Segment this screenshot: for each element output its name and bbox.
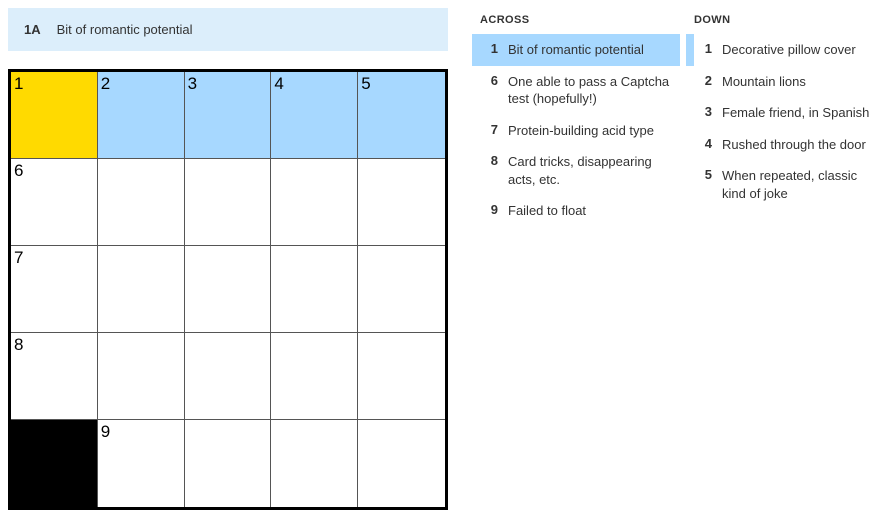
grid-cell[interactable] xyxy=(358,246,445,333)
grid-cell[interactable] xyxy=(271,246,358,333)
grid-cell[interactable] xyxy=(98,333,185,420)
clue-item[interactable]: 9 Failed to float xyxy=(472,195,680,227)
clue-item[interactable]: 3 Female friend, in Spanish xyxy=(686,97,887,129)
clue-text: Failed to float xyxy=(508,202,670,220)
cell-number: 9 xyxy=(101,422,110,442)
clue-text: Decorative pillow cover xyxy=(722,41,884,59)
grid-cell[interactable] xyxy=(271,333,358,420)
cell-number: 2 xyxy=(101,74,110,94)
clue-item[interactable]: 1 Decorative pillow cover xyxy=(686,34,887,66)
clue-item[interactable]: 2 Mountain lions xyxy=(686,66,887,98)
clue-text: One able to pass a Captcha test (hopeful… xyxy=(508,73,670,108)
grid-cell[interactable]: 6 xyxy=(11,159,98,246)
clue-text: Bit of romantic potential xyxy=(508,41,670,59)
grid-cell[interactable]: 4 xyxy=(271,72,358,159)
crossword-grid[interactable]: 1 2 3 4 5 6 7 8 9 xyxy=(8,69,448,510)
clue-item[interactable]: 8 Card tricks, disappearing acts, etc. xyxy=(472,146,680,195)
clue-text: Rushed through the door xyxy=(722,136,884,154)
clue-number: 8 xyxy=(484,153,498,168)
grid-cell-block xyxy=(11,420,98,507)
cell-number: 5 xyxy=(361,74,370,94)
clue-item[interactable]: 7 Protein-building acid type xyxy=(472,115,680,147)
grid-row: 7 xyxy=(11,246,445,333)
clue-item[interactable]: 5 When repeated, classic kind of joke xyxy=(686,160,887,209)
grid-row: 8 xyxy=(11,333,445,420)
grid-row: 9 xyxy=(11,420,445,507)
grid-cell[interactable] xyxy=(271,420,358,507)
across-clues-column: ACROSS 1 Bit of romantic potential 6 One ab… xyxy=(472,8,680,494)
clue-text: Protein-building acid type xyxy=(508,122,670,140)
grid-cell[interactable]: 1 xyxy=(11,72,98,159)
clue-number: 9 xyxy=(484,202,498,217)
cell-number: 7 xyxy=(14,248,23,268)
grid-cell[interactable] xyxy=(358,159,445,246)
grid-cell[interactable]: 5 xyxy=(358,72,445,159)
grid-cell[interactable] xyxy=(98,159,185,246)
clue-number: 4 xyxy=(698,136,712,151)
cell-number: 8 xyxy=(14,335,23,355)
cell-number: 6 xyxy=(14,161,23,181)
across-clue-list[interactable]: 1 Bit of romantic potential 6 One able to p… xyxy=(472,34,680,494)
grid-cell[interactable] xyxy=(271,159,358,246)
down-clue-list[interactable]: 1 Decorative pillow cover 2 Mountain lions 3… xyxy=(686,34,887,494)
clue-text: Card tricks, disappearing acts, etc. xyxy=(508,153,670,188)
grid-cell[interactable] xyxy=(185,159,272,246)
cell-number: 4 xyxy=(274,74,283,94)
clue-number: 2 xyxy=(698,73,712,88)
current-clue-id: 1A xyxy=(24,22,41,37)
grid-cell[interactable]: 9 xyxy=(98,420,185,507)
down-heading: DOWN xyxy=(686,8,887,34)
grid-cell[interactable] xyxy=(358,420,445,507)
current-clue-bar: 1A Bit of romantic potential xyxy=(8,8,448,51)
grid-cell[interactable] xyxy=(185,333,272,420)
cell-number: 3 xyxy=(188,74,197,94)
down-clues-column: DOWN 1 Decorative pillow cover 2 Mountain l… xyxy=(686,8,887,494)
clue-text: Female friend, in Spanish xyxy=(722,104,884,122)
clue-number: 6 xyxy=(484,73,498,88)
grid-row: 1 2 3 4 5 xyxy=(11,72,445,159)
grid-cell[interactable] xyxy=(98,246,185,333)
current-clue-text: Bit of romantic potential xyxy=(57,22,193,37)
clue-item[interactable]: 6 One able to pass a Captcha test (hopefu… xyxy=(472,66,680,115)
grid-cell[interactable] xyxy=(185,246,272,333)
clue-text: When repeated, classic kind of joke xyxy=(722,167,884,202)
clue-number: 1 xyxy=(484,41,498,56)
clue-item[interactable]: 4 Rushed through the door xyxy=(686,129,887,161)
clue-item[interactable]: 1 Bit of romantic potential xyxy=(472,34,680,66)
grid-cell[interactable]: 7 xyxy=(11,246,98,333)
grid-cell[interactable]: 8 xyxy=(11,333,98,420)
clue-number: 3 xyxy=(698,104,712,119)
grid-row: 6 xyxy=(11,159,445,246)
grid-cell[interactable] xyxy=(185,420,272,507)
grid-cell[interactable] xyxy=(358,333,445,420)
grid-cell[interactable]: 3 xyxy=(185,72,272,159)
grid-cell[interactable]: 2 xyxy=(98,72,185,159)
across-heading: ACROSS xyxy=(472,8,680,34)
clue-number: 7 xyxy=(484,122,498,137)
cell-number: 1 xyxy=(14,74,23,94)
clue-text: Mountain lions xyxy=(722,73,884,91)
clue-number: 5 xyxy=(698,167,712,182)
clue-number: 1 xyxy=(698,41,712,56)
